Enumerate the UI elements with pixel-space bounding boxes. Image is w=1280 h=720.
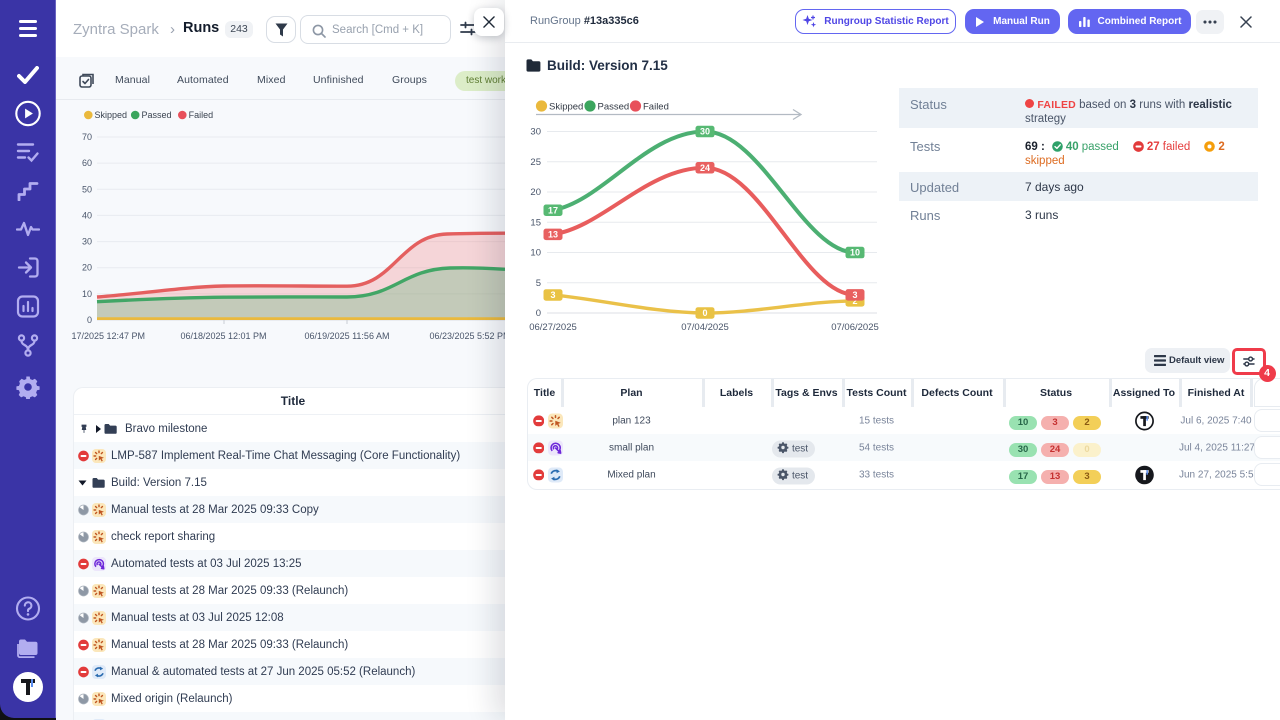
svg-text:07/06/2025: 07/06/2025 [831, 322, 879, 333]
svg-text:06/18/2025 12:01 PM: 06/18/2025 12:01 PM [180, 331, 266, 341]
svg-text:30: 30 [82, 237, 92, 247]
svg-text:20: 20 [530, 187, 541, 198]
svg-text:24: 24 [700, 163, 710, 173]
svg-text:10: 10 [850, 248, 860, 258]
svg-text:Failed: Failed [643, 101, 669, 112]
svg-text:0: 0 [87, 315, 92, 325]
svg-text:06/23/2025 5:52 PM: 06/23/2025 5:52 PM [429, 331, 505, 341]
svg-text:60: 60 [82, 158, 92, 168]
svg-text:Skipped: Skipped [549, 101, 583, 112]
svg-text:50: 50 [82, 184, 92, 194]
svg-text:06/19/2025 11:56 AM: 06/19/2025 11:56 AM [305, 331, 390, 341]
svg-text:Skipped: Skipped [95, 110, 128, 120]
svg-text:3: 3 [550, 290, 555, 300]
svg-text:10: 10 [82, 289, 92, 299]
svg-text:17/2025 12:47 PM: 17/2025 12:47 PM [72, 331, 146, 341]
svg-text:13: 13 [548, 230, 558, 240]
svg-text:17: 17 [548, 205, 558, 215]
svg-text:06/27/2025: 06/27/2025 [529, 322, 577, 333]
svg-text:25: 25 [530, 157, 541, 168]
svg-text:30: 30 [700, 127, 710, 137]
svg-text:15: 15 [530, 218, 541, 229]
svg-text:0: 0 [536, 308, 541, 319]
svg-text:40: 40 [82, 210, 92, 220]
svg-text:70: 70 [82, 132, 92, 142]
svg-text:30: 30 [530, 127, 541, 138]
svg-text:07/04/2025: 07/04/2025 [681, 322, 729, 333]
svg-text:20: 20 [82, 263, 92, 273]
svg-text:Failed: Failed [189, 110, 214, 120]
svg-text:Passed: Passed [598, 101, 630, 112]
svg-text:10: 10 [530, 248, 541, 259]
svg-text:0: 0 [702, 308, 707, 318]
svg-text:5: 5 [536, 278, 541, 289]
svg-text:Passed: Passed [142, 110, 172, 120]
svg-text:3: 3 [852, 290, 857, 300]
